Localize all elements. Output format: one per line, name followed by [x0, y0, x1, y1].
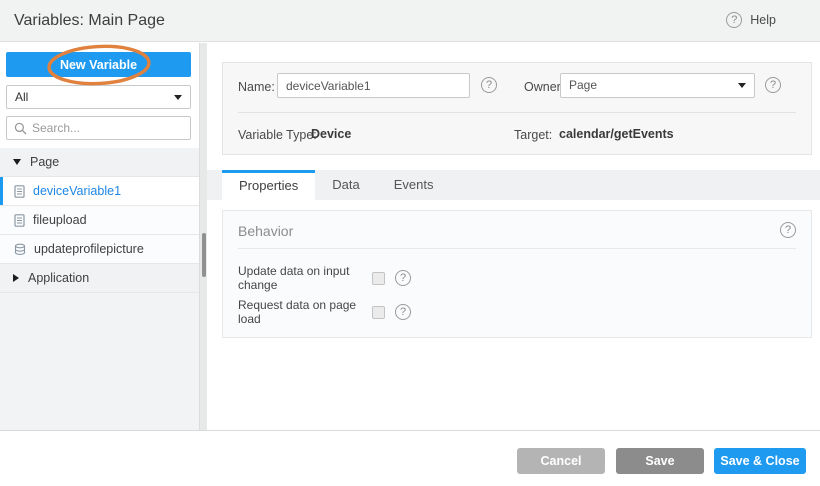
- option-row-update-data: Update data on input change: [238, 269, 411, 287]
- sidebar: New Variable All Page: [0, 43, 200, 430]
- update-data-checkbox[interactable]: [372, 272, 385, 285]
- behavior-section-title: Behavior: [238, 223, 293, 239]
- target-value: calendar/getEvents: [559, 127, 674, 141]
- service-variable-icon: [14, 243, 26, 256]
- help-icon: [726, 12, 742, 28]
- request-data-help-icon[interactable]: [395, 304, 411, 320]
- tree-group-application[interactable]: Application: [0, 264, 200, 293]
- target-label: Target:: [514, 128, 552, 142]
- chevron-down-icon: [174, 95, 182, 100]
- name-input[interactable]: [277, 73, 470, 98]
- option-row-request-data: Request data on page load: [238, 303, 411, 321]
- variables-dialog: Variables: Main Page Help New Variable A…: [0, 0, 820, 486]
- search-input[interactable]: [32, 121, 172, 135]
- tree-item-devicevariable1[interactable]: deviceVariable1: [0, 177, 200, 206]
- behavior-divider: [238, 248, 796, 249]
- tab-bar: Properties Data Events: [207, 170, 820, 200]
- search-box[interactable]: [6, 116, 191, 140]
- device-variable-icon: [14, 185, 25, 198]
- tab-data[interactable]: Data: [315, 170, 376, 200]
- variable-type-label: Variable Type:: [238, 128, 317, 142]
- tree-item-label: deviceVariable1: [33, 184, 121, 198]
- update-data-help-icon[interactable]: [395, 270, 411, 286]
- name-help-icon[interactable]: [481, 77, 497, 93]
- tree-item-label: updateprofilepicture: [34, 242, 144, 256]
- main-panel: Name:* Owner:* Page Variable Type: Devic…: [207, 43, 820, 430]
- filter-selected-value: All: [15, 90, 28, 104]
- header-bar: Variables: Main Page Help: [0, 0, 820, 42]
- help-button[interactable]: Help: [726, 12, 776, 28]
- scrollbar-thumb[interactable]: [202, 233, 206, 277]
- footer-bar: Cancel Save Save & Close: [0, 430, 820, 486]
- name-label: Name:*: [238, 80, 282, 94]
- page-title: Variables: Main Page: [14, 12, 165, 30]
- sidebar-scrollbar[interactable]: [199, 43, 207, 430]
- behavior-section: Behavior Update data on input change Req…: [222, 210, 812, 338]
- owner-help-icon[interactable]: [765, 77, 781, 93]
- caret-down-icon: [13, 159, 21, 165]
- owner-select[interactable]: Page: [560, 73, 755, 98]
- request-data-checkbox[interactable]: [372, 306, 385, 319]
- tree-group-page[interactable]: Page: [0, 148, 200, 177]
- checkbox-label: Request data on page load: [238, 298, 372, 326]
- chevron-down-icon: [738, 83, 746, 88]
- variable-summary-panel: Name:* Owner:* Page Variable Type: Devic…: [222, 62, 812, 155]
- checkbox-label: Update data on input change: [238, 264, 372, 292]
- behavior-help-icon[interactable]: [780, 222, 796, 238]
- cancel-button[interactable]: Cancel: [517, 448, 605, 474]
- variable-type-value: Device: [311, 127, 351, 141]
- variable-filter-select[interactable]: All: [6, 85, 191, 109]
- owner-selected-value: Page: [569, 78, 597, 92]
- tab-properties[interactable]: Properties: [222, 170, 315, 200]
- panel-divider: [238, 112, 796, 113]
- save-button[interactable]: Save: [616, 448, 704, 474]
- search-icon: [14, 122, 27, 135]
- tree-group-label: Application: [28, 271, 89, 285]
- caret-right-icon: [13, 274, 19, 282]
- new-variable-button[interactable]: New Variable: [6, 52, 191, 77]
- variable-tree: Page deviceVariable1: [0, 148, 200, 432]
- save-close-button[interactable]: Save & Close: [714, 448, 806, 474]
- tree-group-label: Page: [30, 155, 59, 169]
- device-variable-icon: [14, 214, 25, 227]
- tab-events[interactable]: Events: [377, 170, 451, 200]
- tree-item-updateprofilepicture[interactable]: updateprofilepicture: [0, 235, 200, 264]
- help-label: Help: [750, 13, 776, 27]
- tree-empty-area: [0, 293, 200, 432]
- tree-item-fileupload[interactable]: fileupload: [0, 206, 200, 235]
- tree-item-label: fileupload: [33, 213, 87, 227]
